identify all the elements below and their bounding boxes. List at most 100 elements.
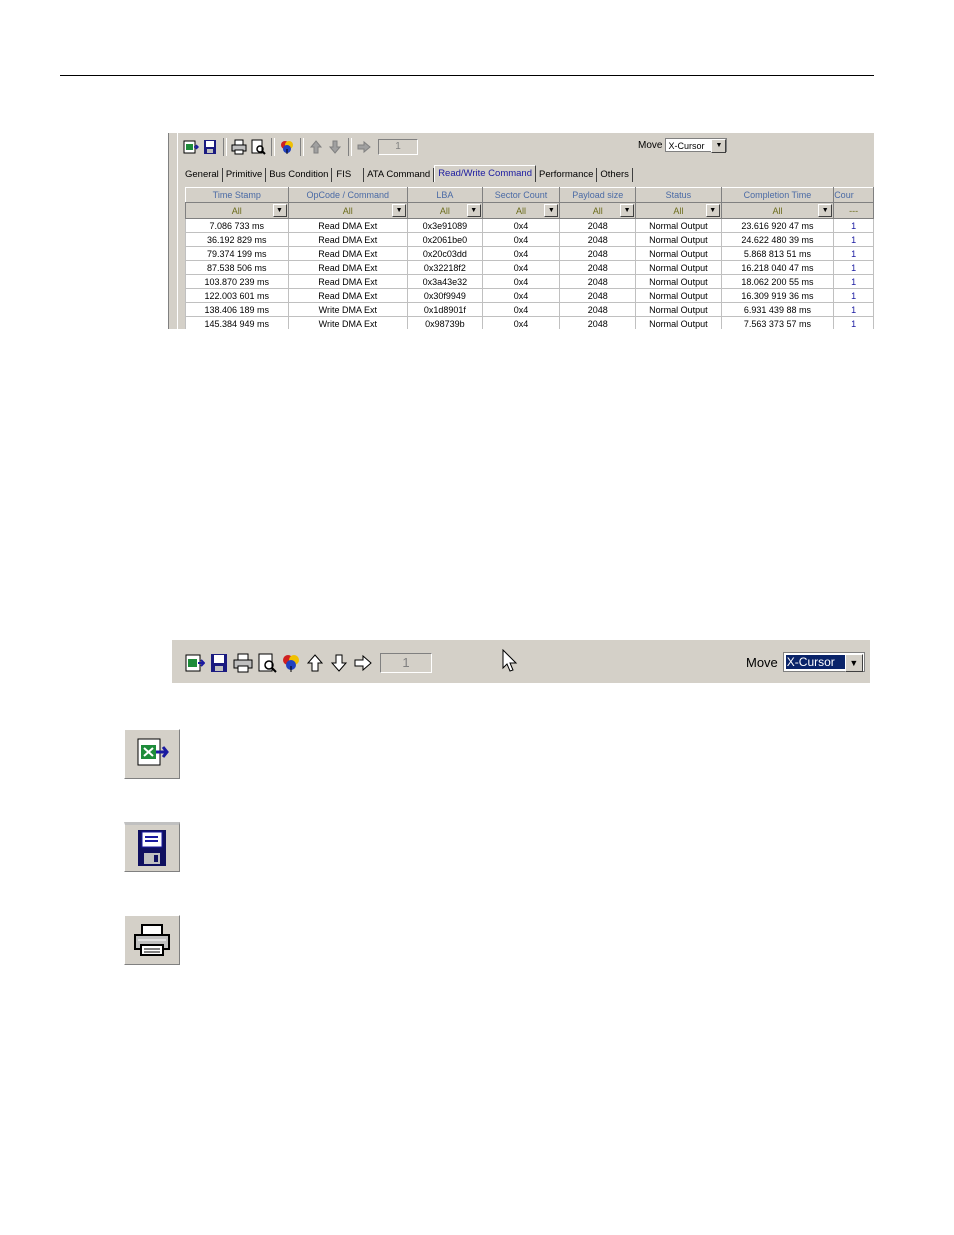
tab-primitive[interactable]: Primitive	[223, 168, 267, 182]
tab-performance[interactable]: Performance	[536, 168, 598, 182]
tab-ata-command[interactable]: ATA Command	[364, 168, 435, 182]
count-cell[interactable]: 1	[833, 260, 874, 275]
column-header[interactable]: Time Stamp	[185, 187, 289, 203]
chevron-down-icon[interactable]: ▼	[392, 204, 407, 217]
filter-select[interactable]: ---	[833, 202, 874, 219]
column-header[interactable]: LBA	[407, 187, 483, 203]
table-row[interactable]: 79.374 199 ms Read DMA Ext 0x20c03dd 0x4 204…	[185, 246, 874, 261]
payload-size-cell: 2048	[559, 218, 637, 233]
tab-read-write-command[interactable]: Read/Write Command	[434, 165, 536, 182]
lba-cell: 0x20c03dd	[407, 246, 483, 261]
payload-size-cell: 2048	[559, 288, 637, 303]
save-icon[interactable]	[201, 138, 219, 156]
table-row[interactable]: 36.192 829 ms Read DMA Ext 0x2061be0 0x4 204…	[185, 232, 874, 247]
status-cell: Normal Output	[635, 288, 722, 303]
export-to-excel-icon	[124, 729, 180, 779]
filter-value: All	[439, 205, 450, 216]
print-preview-icon[interactable]	[256, 652, 278, 674]
count-cell[interactable]: 1	[833, 246, 874, 261]
count-cell[interactable]: 1	[833, 274, 874, 289]
opcode-cell: Read DMA Ext	[287, 246, 409, 261]
print-icon	[124, 915, 180, 965]
arrow-down-icon[interactable]	[326, 138, 344, 156]
column-header[interactable]: Cour	[833, 187, 874, 203]
time-stamp-cell: 122.003 601 ms	[185, 288, 289, 303]
chevron-down-icon[interactable]: ▼	[818, 204, 833, 217]
table-row[interactable]: 138.406 189 ms Write DMA Ext 0x1d8901f 0x4 2…	[185, 302, 874, 317]
arrow-down-icon[interactable]	[328, 652, 350, 674]
column-header[interactable]: OpCode / Command	[287, 187, 409, 203]
table-row[interactable]: 103.870 239 ms Read DMA Ext 0x3a43e32 0x4 20…	[185, 274, 874, 289]
table-row[interactable]: 87.538 506 ms Read DMA Ext 0x32218f2 0x4 204…	[185, 260, 874, 275]
table-row[interactable]: 7.086 733 ms Read DMA Ext 0x3e91089 0x4 2048…	[185, 218, 874, 233]
tab-bus-condition[interactable]: Bus Condition	[266, 168, 333, 182]
column-header[interactable]: Completion Time	[720, 187, 835, 203]
filter-row: All ▼ All ▼ All ▼ All ▼ All ▼ All ▼ All ▼ ---	[185, 202, 874, 219]
sector-count-cell: 0x4	[481, 302, 561, 317]
chevron-down-icon[interactable]: ▼	[705, 204, 720, 217]
lba-cell: 0x3a43e32	[407, 274, 483, 289]
count-cell[interactable]: 1	[833, 218, 874, 233]
toolbar-closeup: 1 Move X-Cursor ▼	[172, 640, 870, 683]
print-icon[interactable]	[232, 652, 254, 674]
filter-select[interactable]: All ▼	[720, 202, 835, 219]
filter-select[interactable]: All ▼	[407, 202, 483, 219]
filter-select[interactable]: All ▼	[559, 202, 637, 219]
save-icon[interactable]	[208, 652, 230, 674]
print-icon[interactable]	[230, 138, 248, 156]
chevron-down-icon[interactable]: ▼	[844, 654, 863, 672]
tab-others[interactable]: Others	[597, 168, 633, 182]
payload-size-cell: 2048	[559, 302, 637, 317]
filter-select[interactable]: All ▼	[481, 202, 561, 219]
move-label: Move	[638, 139, 663, 151]
column-header[interactable]: Sector Count	[481, 187, 561, 203]
sector-count-cell: 0x4	[481, 260, 561, 275]
column-header[interactable]: Payload size	[559, 187, 637, 203]
chevron-down-icon[interactable]: ▼	[544, 204, 559, 217]
count-cell[interactable]: 1	[833, 288, 874, 303]
completion-time-cell: 18.062 200 55 ms	[720, 274, 835, 289]
goto-input[interactable]: 1	[380, 653, 432, 673]
print-preview-icon[interactable]	[249, 138, 267, 156]
count-cell[interactable]: 1	[833, 316, 874, 329]
color-palette-icon[interactable]	[278, 138, 296, 156]
completion-time-cell: 6.931 439 88 ms	[720, 302, 835, 317]
tab-general[interactable]: General	[182, 168, 223, 182]
table-body: 7.086 733 ms Read DMA Ext 0x3e91089 0x4 2048…	[185, 218, 874, 329]
filter-select[interactable]: All ▼	[635, 202, 722, 219]
export-to-excel-icon[interactable]	[184, 652, 206, 674]
goto-input[interactable]: 1	[378, 139, 418, 155]
status-cell: Normal Output	[635, 246, 722, 261]
payload-size-cell: 2048	[559, 274, 637, 289]
filter-value: ---	[849, 205, 859, 216]
table-row[interactable]: 145.384 949 ms Write DMA Ext 0x98739b 0x4 20…	[185, 316, 874, 329]
color-palette-icon[interactable]	[280, 652, 302, 674]
chevron-down-icon[interactable]: ▼	[466, 204, 481, 217]
lba-cell: 0x3e91089	[407, 218, 483, 233]
move-control: Move X-Cursor ▼	[746, 652, 865, 672]
page-rule	[60, 75, 874, 76]
table-row[interactable]: 122.003 601 ms Read DMA Ext 0x30f9949 0x4 20…	[185, 288, 874, 303]
chevron-down-icon[interactable]: ▼	[620, 204, 635, 217]
move-select[interactable]: X-Cursor ▼	[665, 138, 728, 153]
filter-select[interactable]: All ▼	[185, 202, 289, 219]
arrow-up-icon[interactable]	[304, 652, 326, 674]
chevron-down-icon[interactable]: ▼	[711, 139, 727, 153]
chevron-down-icon[interactable]: ▼	[272, 204, 287, 217]
tab-fis[interactable]: FIS	[332, 168, 365, 182]
count-cell[interactable]: 1	[833, 302, 874, 317]
column-header[interactable]: Status	[635, 187, 722, 203]
arrow-right-icon[interactable]	[352, 652, 374, 674]
export-to-excel-icon[interactable]	[182, 138, 200, 156]
lba-cell: 0x2061be0	[407, 232, 483, 247]
move-label: Move	[746, 654, 778, 670]
opcode-cell: Write DMA Ext	[287, 316, 409, 329]
move-select[interactable]: X-Cursor ▼	[782, 652, 865, 672]
time-stamp-cell: 7.086 733 ms	[185, 218, 289, 233]
status-cell: Normal Output	[635, 274, 722, 289]
count-cell[interactable]: 1	[833, 232, 874, 247]
arrow-right-icon[interactable]	[355, 138, 373, 156]
toolbar: 1	[184, 652, 432, 674]
filter-select[interactable]: All ▼	[287, 202, 409, 219]
arrow-up-icon[interactable]	[307, 138, 325, 156]
